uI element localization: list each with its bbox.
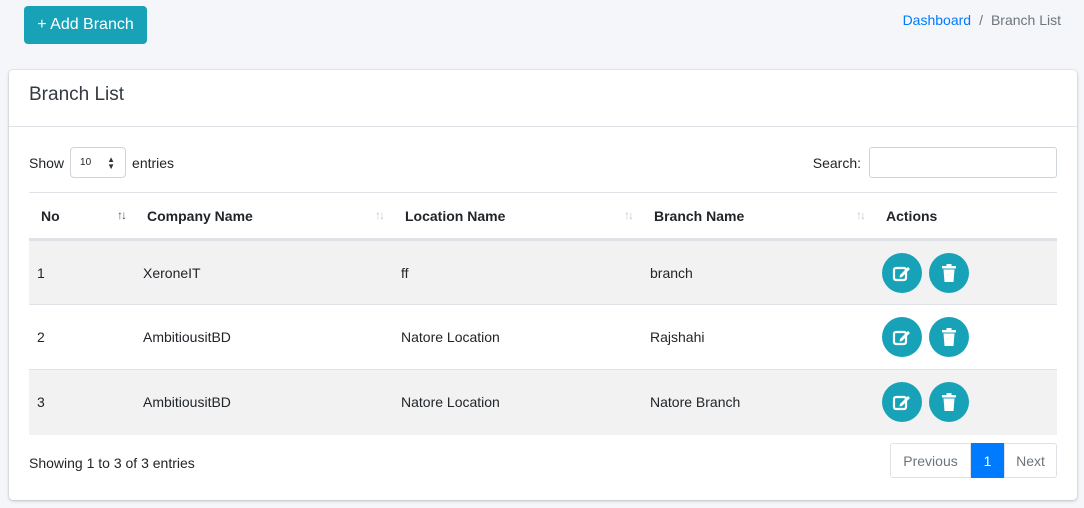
table-row: 3 AmbitiousitBD Natore Location Natore B…: [29, 369, 1057, 435]
next-page-button[interactable]: Next: [1004, 443, 1057, 478]
card-header: Branch List: [9, 70, 1077, 127]
edit-button[interactable]: [882, 252, 922, 293]
show-label: Show: [29, 154, 65, 171]
table-info: Showing 1 to 3 of 3 entries: [29, 455, 195, 471]
search-control: Search:: [813, 147, 1057, 178]
cell-branch: branch: [642, 239, 874, 305]
card-title: Branch List: [29, 84, 125, 105]
sort-icon: ↑↓: [624, 208, 634, 222]
breadcrumb-dashboard-link[interactable]: Dashboard: [903, 12, 972, 28]
table-header-row: No ↑↓ Company Name ↑↓ Location Name ↑↓ Bran…: [29, 192, 1057, 241]
cell-company: AmbitiousitBD: [135, 369, 393, 435]
trash-icon: [942, 328, 956, 346]
cell-branch: Natore Branch: [642, 369, 874, 435]
cell-actions: [874, 239, 1057, 305]
entries-length-select[interactable]: 10 ▲ ▼: [70, 147, 127, 178]
select-caret-icon: ▲ ▼: [107, 155, 116, 171]
pagination: Previous 1 Next: [890, 443, 1057, 478]
delete-button[interactable]: [929, 382, 969, 423]
cell-no: 3: [29, 369, 135, 435]
edit-icon: [892, 396, 910, 411]
breadcrumb-separator: /: [979, 12, 983, 28]
cell-location: ff: [393, 239, 642, 305]
edit-button[interactable]: [882, 317, 922, 357]
add-branch-button[interactable]: + Add Branch: [24, 6, 147, 44]
entries-length-control: Show 10 ▲ ▼ entries: [29, 147, 174, 178]
cell-no: 2: [29, 304, 135, 370]
cell-location: Natore Location: [393, 304, 642, 370]
entries-length-value: 10: [80, 157, 92, 168]
edit-icon: [892, 330, 910, 346]
sort-icon: ↑↓: [856, 208, 866, 222]
cell-company: XeroneIT: [135, 239, 393, 305]
column-header-no[interactable]: No ↑↓: [29, 192, 135, 241]
entries-label: entries: [132, 154, 175, 171]
edit-button[interactable]: [882, 382, 922, 423]
breadcrumb-current: Branch List: [990, 12, 1061, 28]
column-header-location[interactable]: Location Name ↑↓: [393, 192, 642, 241]
trash-icon: [942, 263, 956, 282]
search-label: Search:: [812, 154, 861, 171]
table-row: 1 XeroneIT ff branch: [29, 239, 1057, 305]
trash-icon: [942, 393, 956, 412]
branch-table: No ↑↓ Company Name ↑↓ Location Name ↑↓ Bran…: [29, 192, 1057, 435]
cell-no: 1: [29, 239, 135, 305]
delete-button[interactable]: [929, 317, 969, 357]
column-header-actions: Actions: [874, 192, 1057, 241]
delete-button[interactable]: [929, 252, 969, 293]
cell-company: AmbitiousitBD: [135, 304, 393, 370]
table-row: 2 AmbitiousitBD Natore Location Rajshahi: [29, 304, 1057, 370]
sort-asc-icon: ↑↓: [117, 208, 127, 222]
search-input[interactable]: [869, 147, 1057, 178]
previous-page-button[interactable]: Previous: [890, 443, 971, 478]
edit-icon: [892, 266, 910, 281]
cell-location: Natore Location: [393, 369, 642, 435]
cell-actions: [874, 304, 1057, 370]
page-1-button[interactable]: 1: [971, 443, 1004, 478]
branch-list-card: Branch List Show 10 ▲ ▼ entries Search: N…: [9, 70, 1077, 500]
table-controls: Show 10 ▲ ▼ entries Search:: [29, 147, 1057, 179]
sort-icon: ↑↓: [375, 208, 385, 222]
cell-actions: [874, 369, 1057, 435]
cell-branch: Rajshahi: [642, 304, 874, 370]
column-header-branch[interactable]: Branch Name ↑↓: [642, 192, 874, 241]
breadcrumb: Dashboard / Branch List: [903, 12, 1061, 28]
column-header-company[interactable]: Company Name ↑↓: [135, 192, 393, 241]
